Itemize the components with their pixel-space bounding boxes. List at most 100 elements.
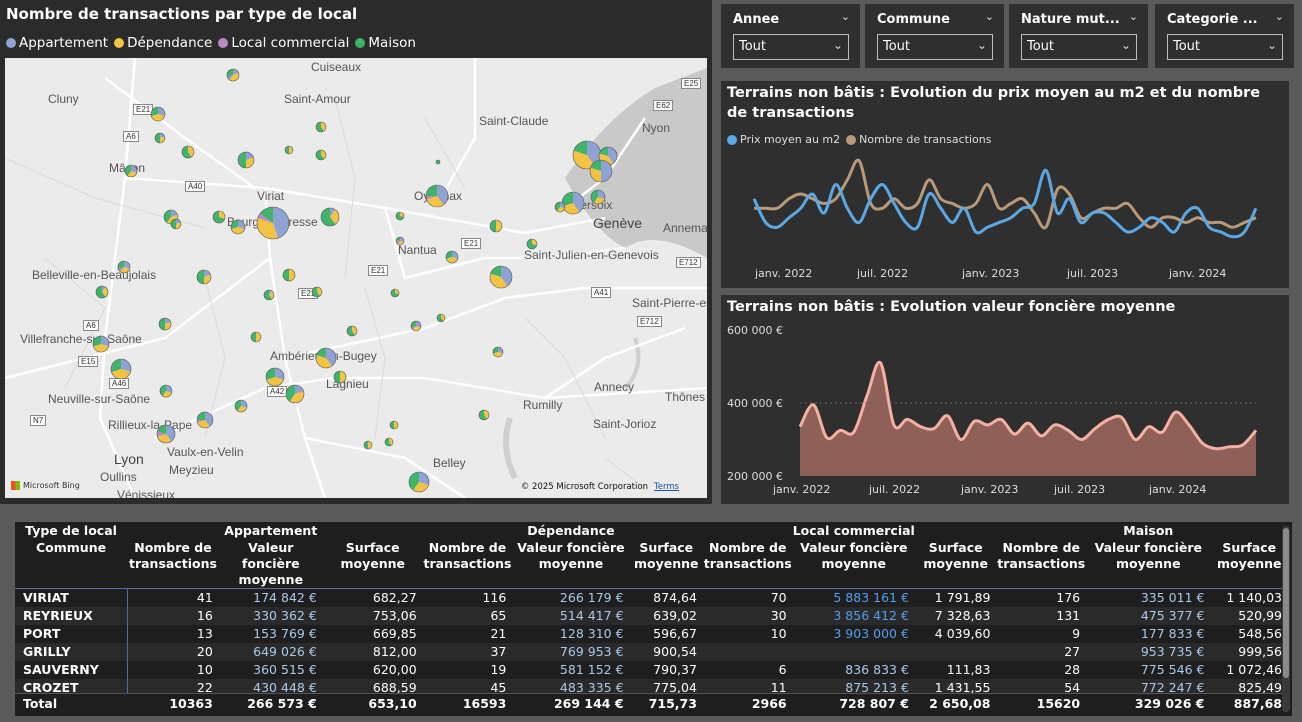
column-header[interactable]: Surface moyenne xyxy=(323,540,423,589)
chevron-down-icon[interactable]: ⌄ xyxy=(841,10,850,23)
pie-marker[interactable] xyxy=(445,250,459,264)
pie-marker[interactable] xyxy=(250,331,262,343)
table-row[interactable]: GRILLY 20 649 026 € 812,00 37 769 953 € 900,54… xyxy=(15,642,1288,661)
pie-marker[interactable] xyxy=(124,164,138,178)
pie-marker[interactable] xyxy=(154,132,166,144)
column-header[interactable]: Nombre de transactions xyxy=(127,540,219,589)
pie-marker[interactable] xyxy=(212,210,226,224)
area-chart-svg[interactable]: 600 000 € 400 000 € 200 000 €janv. 2022 jui… xyxy=(721,295,1289,504)
pie-marker[interactable] xyxy=(408,471,430,493)
column-header[interactable]: Surface moyenne xyxy=(630,540,703,589)
pie-marker[interactable] xyxy=(158,317,172,331)
table-row[interactable]: PORT 13 153 769 € 669,85 21 128 310 € 596,67 10… xyxy=(15,624,1288,643)
pie-marker[interactable] xyxy=(234,399,248,413)
column-header[interactable]: Valeur foncière moyenne xyxy=(512,540,629,589)
pie-marker[interactable] xyxy=(478,409,490,421)
pie-marker[interactable] xyxy=(196,269,212,285)
slicer-dropdown[interactable]: Tout ⌄ xyxy=(877,34,993,60)
pie-marker[interactable] xyxy=(489,219,503,233)
column-header[interactable]: Surface moyenne xyxy=(1210,540,1288,589)
pie-marker[interactable] xyxy=(150,106,166,122)
pie-marker[interactable] xyxy=(196,411,214,429)
pie-marker[interactable] xyxy=(181,145,195,159)
pie-marker[interactable] xyxy=(384,437,394,447)
pie-marker[interactable] xyxy=(284,145,294,155)
pie-marker[interactable] xyxy=(95,285,109,299)
pie-marker[interactable] xyxy=(589,159,613,183)
pie-marker[interactable] xyxy=(395,211,405,221)
pie-marker[interactable] xyxy=(320,207,340,227)
chevron-down-icon[interactable]: ⌄ xyxy=(1129,10,1138,23)
line-chart-visual[interactable]: Terrains non bâtis : Evolution du prix m… xyxy=(721,81,1289,288)
legend-local-commercial[interactable]: Local commercial xyxy=(218,35,349,51)
pie-marker[interactable] xyxy=(315,121,327,133)
pie-marker[interactable] xyxy=(561,191,585,215)
table-row[interactable]: VIRIAT 41 174 842 € 682,27 116 266 179 € 874,6… xyxy=(15,588,1288,607)
column-header[interactable]: Nombre de transactions xyxy=(996,540,1086,589)
area-chart-visual[interactable]: Terrains non bâtis : Evolution valeur fo… xyxy=(721,295,1289,504)
pie-marker[interactable] xyxy=(230,219,246,235)
terms-link[interactable]: Terms xyxy=(654,482,679,492)
pie-marker[interactable] xyxy=(492,346,504,358)
row-header-commune[interactable]: SAUVERNY xyxy=(15,660,128,679)
column-header[interactable]: Valeur foncière moyenne xyxy=(219,540,323,589)
slicer-annee[interactable]: Annee ⌄ Tout ⌄ xyxy=(721,4,860,68)
legend-dependance[interactable]: Dépendance xyxy=(114,35,212,51)
column-header[interactable]: Valeur foncière moyenne xyxy=(1086,540,1210,589)
header-commune[interactable]: Commune xyxy=(15,540,127,589)
pie-marker[interactable] xyxy=(110,358,132,380)
pie-marker[interactable] xyxy=(156,424,176,444)
column-header[interactable]: Valeur foncière moyenne xyxy=(793,540,915,589)
pie-marker[interactable] xyxy=(435,159,441,165)
pie-marker[interactable] xyxy=(237,151,255,169)
pie-marker[interactable] xyxy=(436,313,446,323)
column-header[interactable]: Nombre de transactions xyxy=(423,540,513,589)
table-row[interactable]: SAUVERNY 10 360 515 € 620,00 19 581 152 € 790,… xyxy=(15,660,1288,679)
pie-marker[interactable] xyxy=(170,218,182,230)
scrollbar-thumb[interactable] xyxy=(1283,528,1289,678)
slicer-categorie[interactable]: Categorie ... ⌄ Tout ⌄ xyxy=(1155,4,1294,68)
pie-marker[interactable] xyxy=(526,238,538,250)
pie-marker[interactable] xyxy=(265,367,285,387)
pie-marker[interactable] xyxy=(285,384,305,404)
pie-marker[interactable] xyxy=(282,268,296,282)
row-header-commune[interactable]: REYRIEUX xyxy=(15,606,128,625)
table-row[interactable]: REYRIEUX 16 330 362 € 753,06 65 514 417 € 639,… xyxy=(15,606,1288,625)
row-header-commune[interactable]: PORT xyxy=(15,624,128,643)
pie-marker[interactable] xyxy=(425,184,449,208)
pie-marker[interactable] xyxy=(489,265,513,289)
matrix-table[interactable]: Type de local Appartement Dépendance Loc… xyxy=(15,522,1292,716)
chevron-down-icon[interactable]: ⌄ xyxy=(985,10,994,23)
pie-marker[interactable] xyxy=(226,68,240,82)
chevron-down-icon[interactable]: ⌄ xyxy=(1275,10,1284,23)
pie-marker[interactable] xyxy=(159,384,173,398)
legend-maison[interactable]: Maison xyxy=(355,35,416,51)
pie-markers[interactable] xyxy=(5,58,707,498)
slicer-commune[interactable]: Commune ⌄ Tout ⌄ xyxy=(865,4,1004,68)
header-type-local[interactable]: Type de local xyxy=(15,522,127,540)
map-visual[interactable]: Nombre de transactions par type de local… xyxy=(0,0,712,504)
column-header[interactable]: Nombre de transactions xyxy=(703,540,793,589)
pie-marker[interactable] xyxy=(390,288,400,298)
pie-marker[interactable] xyxy=(346,325,358,337)
slicer-dropdown[interactable]: Tout ⌄ xyxy=(733,34,849,60)
line-chart-svg[interactable]: janv. 2022 juil. 2022 janv. 2023 juil. 2023… xyxy=(721,81,1289,288)
pie-marker[interactable] xyxy=(590,189,606,205)
pie-marker[interactable] xyxy=(92,335,110,353)
pie-marker[interactable] xyxy=(395,236,405,246)
slicer-nature-mutation[interactable]: Nature mut... ⌄ Tout ⌄ xyxy=(1009,4,1148,68)
pie-marker[interactable] xyxy=(410,320,422,332)
column-header[interactable]: Surface moyenne xyxy=(915,540,997,589)
series-line[interactable] xyxy=(752,168,1258,239)
pie-marker[interactable] xyxy=(389,420,399,430)
pie-marker[interactable] xyxy=(315,149,327,161)
pie-marker[interactable] xyxy=(333,370,347,384)
pie-marker[interactable] xyxy=(256,206,290,240)
pie-marker[interactable] xyxy=(263,289,275,301)
row-header-commune[interactable]: GRILLY xyxy=(15,642,128,661)
slicer-dropdown[interactable]: Tout ⌄ xyxy=(1167,34,1283,60)
pie-marker[interactable] xyxy=(117,260,131,274)
pie-marker[interactable] xyxy=(311,286,323,298)
series-line[interactable] xyxy=(753,158,1257,230)
table-scrollbar[interactable] xyxy=(1282,526,1290,712)
